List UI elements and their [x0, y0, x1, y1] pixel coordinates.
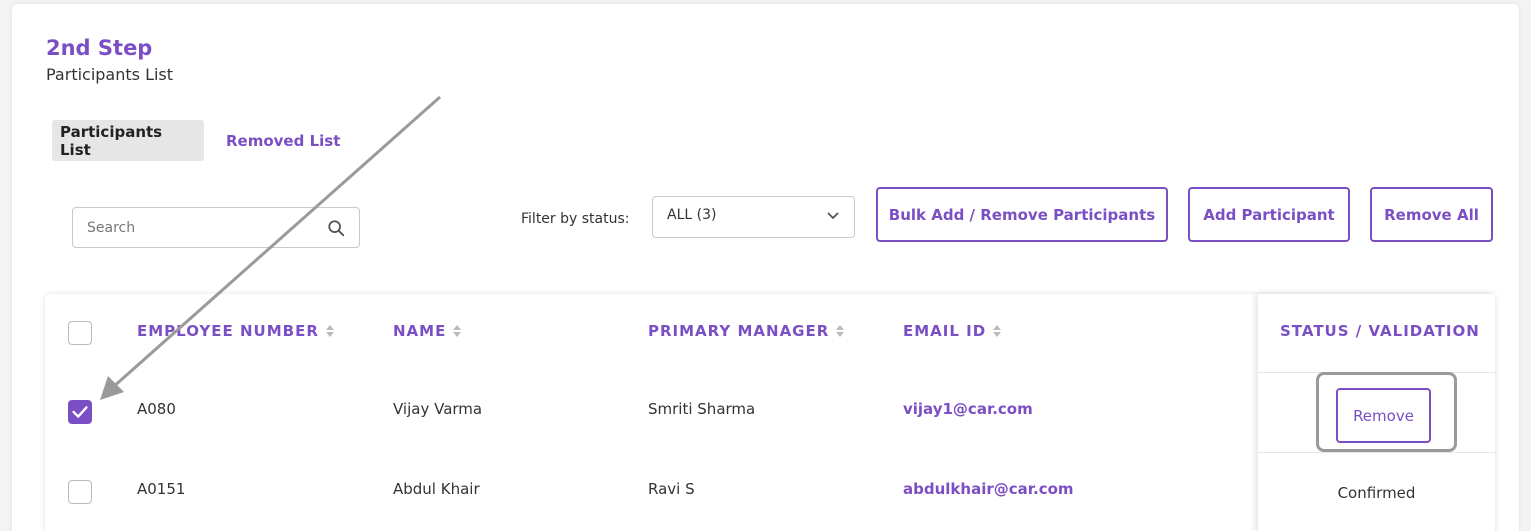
filter-label: Filter by status: — [521, 211, 630, 227]
select-all-checkbox[interactable] — [68, 321, 92, 345]
status-filter-value: ALL (3) — [667, 207, 717, 223]
sort-icon[interactable] — [452, 324, 462, 338]
remove-button[interactable]: Remove — [1336, 388, 1431, 443]
row-employee-number: A080 — [137, 400, 176, 418]
row-checkbox[interactable] — [68, 480, 92, 504]
participants-table: EMPLOYEE NUMBER NAME PRIMARY MANAGER EMA… — [45, 294, 1495, 531]
status-column: STATUS / VALIDATION Remove Confirmed — [1258, 294, 1495, 531]
col-header-primary-manager[interactable]: PRIMARY MANAGER — [648, 322, 845, 340]
bulk-add-remove-button[interactable]: Bulk Add / Remove Participants — [876, 187, 1168, 242]
tab-removed-list[interactable]: Removed List — [218, 120, 348, 161]
tab-participants-list[interactable]: Participants List — [52, 120, 204, 161]
search-box[interactable] — [72, 207, 360, 248]
row-primary-manager: Ravi S — [648, 480, 695, 498]
row-name: Vijay Varma — [393, 400, 483, 418]
chevron-down-icon — [827, 212, 839, 220]
step-title: 2nd Step — [46, 36, 153, 60]
col-header-employee-number[interactable]: EMPLOYEE NUMBER — [137, 322, 335, 340]
col-header-name[interactable]: NAME — [393, 322, 462, 340]
row-employee-number: A0151 — [137, 480, 186, 498]
row-email[interactable]: vijay1@car.com — [903, 400, 1033, 418]
step-card: 2nd Step Participants List Participants … — [12, 4, 1519, 531]
status-confirmed: Confirmed — [1337, 484, 1416, 502]
remove-all-button[interactable]: Remove All — [1370, 187, 1493, 242]
search-input[interactable] — [87, 219, 327, 236]
sort-icon[interactable] — [835, 324, 845, 338]
row-divider — [1258, 452, 1495, 453]
row-email[interactable]: abdulkhair@car.com — [903, 480, 1074, 498]
search-icon[interactable] — [327, 219, 345, 237]
check-icon — [72, 406, 88, 418]
row-primary-manager: Smriti Sharma — [648, 400, 756, 418]
sort-icon[interactable] — [992, 324, 1002, 338]
step-subtitle: Participants List — [46, 65, 174, 84]
status-filter-select[interactable]: ALL (3) — [652, 196, 855, 238]
col-header-status: STATUS / VALIDATION — [1280, 322, 1480, 340]
col-header-email[interactable]: EMAIL ID — [903, 322, 1002, 340]
sort-icon[interactable] — [325, 324, 335, 338]
add-participant-button[interactable]: Add Participant — [1188, 187, 1350, 242]
row-name: Abdul Khair — [393, 480, 480, 498]
row-checkbox-checked[interactable] — [68, 400, 92, 424]
